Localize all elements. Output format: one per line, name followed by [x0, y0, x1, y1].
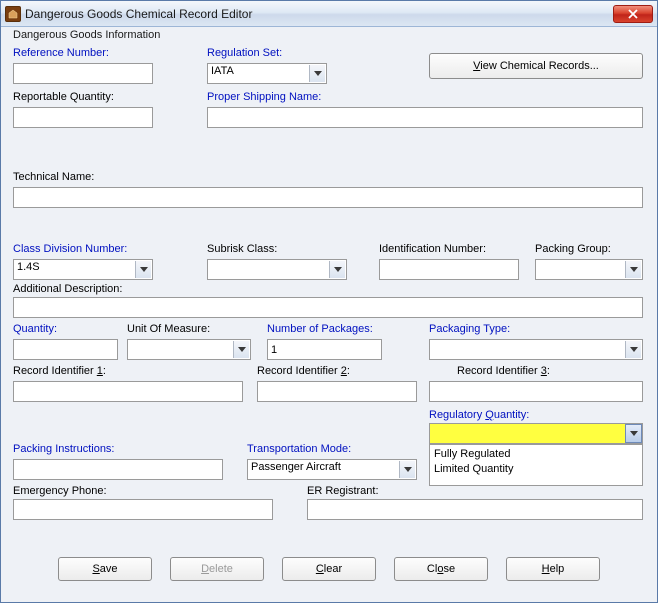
label-number-of-packages: Number of Packages:	[267, 323, 373, 335]
chevron-down-icon	[625, 261, 641, 278]
record-id-1-input[interactable]	[13, 381, 243, 402]
window: Dangerous Goods Chemical Record Editor D…	[0, 0, 658, 603]
label-reference-number: Reference Number:	[13, 47, 109, 59]
label-packaging-type: Packaging Type:	[429, 323, 510, 335]
chevron-down-icon	[233, 341, 249, 358]
regulation-set-select[interactable]: IATA	[207, 63, 327, 84]
titlebar: Dangerous Goods Chemical Record Editor	[1, 1, 657, 27]
record-id-2-input[interactable]	[257, 381, 417, 402]
app-icon	[5, 6, 21, 22]
chevron-down-icon	[329, 261, 345, 278]
regulatory-quantity-select[interactable]	[429, 423, 643, 444]
label-record-id-1: Record Identifier 1:	[13, 365, 106, 377]
label-quantity: Quantity:	[13, 323, 57, 335]
quantity-input[interactable]	[13, 339, 118, 360]
regulation-set-value: IATA	[211, 65, 234, 77]
additional-description-input[interactable]	[13, 297, 643, 318]
packing-group-select[interactable]	[535, 259, 643, 280]
label-additional-description: Additional Description:	[13, 283, 122, 295]
label-technical-name: Technical Name:	[13, 171, 94, 183]
regulatory-quantity-listbox[interactable]: Fully Regulated Limited Quantity	[429, 444, 643, 486]
reportable-quantity-input[interactable]	[13, 107, 153, 128]
close-button-footer[interactable]: Close	[394, 557, 488, 581]
label-record-id-2: Record Identifier 2:	[257, 365, 350, 377]
window-title: Dangerous Goods Chemical Record Editor	[25, 7, 613, 21]
unit-of-measure-select[interactable]	[127, 339, 251, 360]
label-subrisk-class: Subrisk Class:	[207, 243, 277, 255]
close-button[interactable]	[613, 5, 653, 23]
regulatory-quantity-option[interactable]: Limited Quantity	[434, 462, 638, 477]
record-id-3-input[interactable]	[429, 381, 643, 402]
reference-number-input[interactable]	[13, 63, 153, 84]
label-emergency-phone: Emergency Phone:	[13, 485, 107, 497]
label-packing-group: Packing Group:	[535, 243, 611, 255]
form-body: Dangerous Goods Information Reference Nu…	[1, 27, 657, 602]
button-bar: Save Delete Clear Close Help	[11, 546, 647, 592]
help-button[interactable]: Help	[506, 557, 600, 581]
chevron-down-icon	[399, 461, 415, 478]
chevron-down-icon	[625, 424, 642, 443]
emergency-phone-input[interactable]	[13, 499, 273, 520]
packaging-type-select[interactable]	[429, 339, 643, 360]
label-reportable-quantity: Reportable Quantity:	[13, 91, 114, 103]
label-record-id-3: Record Identifier 3:	[457, 365, 550, 377]
label-er-registrant: ER Registrant:	[307, 485, 379, 497]
transportation-mode-select[interactable]: Passenger Aircraft	[247, 459, 417, 480]
clear-button[interactable]: Clear	[282, 557, 376, 581]
label-regulatory-quantity: Regulatory Quantity:	[429, 409, 529, 421]
view-chemical-records-button[interactable]: View Chemical Records...	[429, 53, 643, 79]
save-button[interactable]: Save	[58, 557, 152, 581]
transportation-mode-value: Passenger Aircraft	[251, 461, 341, 473]
subrisk-class-select[interactable]	[207, 259, 347, 280]
class-division-value: 1.4S	[17, 261, 40, 273]
number-of-packages-input[interactable]	[267, 339, 382, 360]
chevron-down-icon	[309, 65, 325, 82]
technical-name-input[interactable]	[13, 187, 643, 208]
chevron-down-icon	[625, 341, 641, 358]
chevron-down-icon	[135, 261, 151, 278]
er-registrant-input[interactable]	[307, 499, 643, 520]
label-class-division: Class Division Number:	[13, 243, 127, 255]
label-transportation-mode: Transportation Mode:	[247, 443, 351, 455]
label-unit-of-measure: Unit Of Measure:	[127, 323, 210, 335]
delete-button[interactable]: Delete	[170, 557, 264, 581]
label-regulation-set: Regulation Set:	[207, 47, 282, 59]
proper-shipping-name-input[interactable]	[207, 107, 643, 128]
form-area: Reference Number: Regulation Set: IATA V…	[11, 33, 647, 546]
label-identification-number: Identification Number:	[379, 243, 486, 255]
identification-number-input[interactable]	[379, 259, 519, 280]
label-proper-shipping-name: Proper Shipping Name:	[207, 91, 321, 103]
packing-instructions-input[interactable]	[13, 459, 223, 480]
regulatory-quantity-option[interactable]: Fully Regulated	[434, 447, 638, 462]
class-division-select[interactable]: 1.4S	[13, 259, 153, 280]
label-packing-instructions: Packing Instructions:	[13, 443, 115, 455]
